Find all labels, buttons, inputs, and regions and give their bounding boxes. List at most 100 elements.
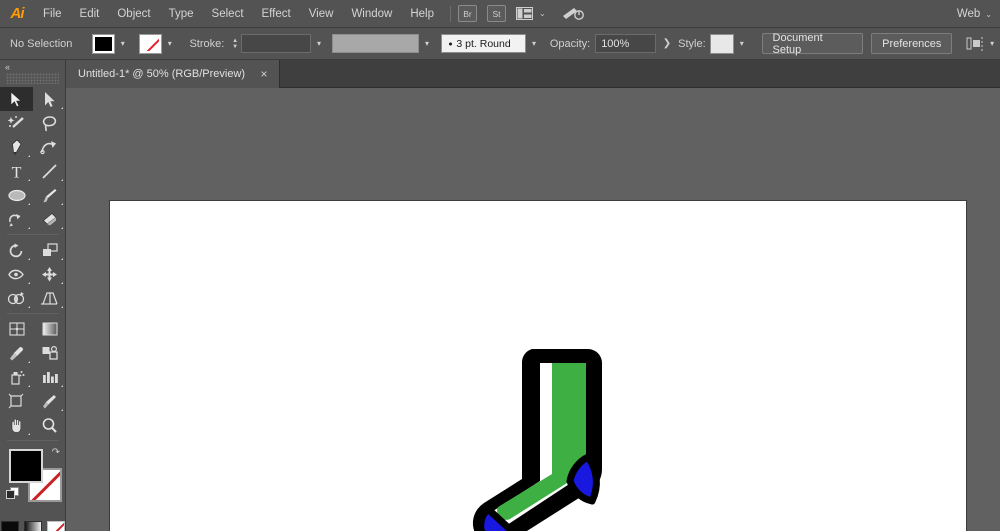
bridge-icon[interactable]: Br <box>458 5 477 22</box>
type-tool[interactable]: T <box>0 159 33 183</box>
menu-edit[interactable]: Edit <box>71 0 109 28</box>
paintbrush-tool[interactable] <box>33 183 66 207</box>
stroke-weight-stepper[interactable]: ▲ ▼ <box>229 34 241 54</box>
flyout-indicator-icon <box>28 179 30 181</box>
brush-preview-dot-icon <box>449 42 452 45</box>
direct-selection-tool[interactable] <box>33 87 66 111</box>
gradient-mode-button[interactable] <box>24 521 42 531</box>
menu-select[interactable]: Select <box>203 0 253 28</box>
stroke-profile-field[interactable] <box>332 34 419 53</box>
fill-swatch[interactable] <box>9 449 43 483</box>
menu-effect[interactable]: Effect <box>253 0 300 28</box>
brush-definition-chevron-down-icon[interactable]: ▾ <box>526 34 542 54</box>
free-transform-tool[interactable] <box>33 262 66 286</box>
stroke-color-swatch[interactable] <box>139 34 162 54</box>
control-bar: No Selection ▾ ▾ Stroke: ▲ ▼ ▾ ▾ 3 pt. R… <box>0 28 1000 60</box>
rotate-tool[interactable] <box>0 238 33 262</box>
eraser-tool[interactable] <box>33 207 66 231</box>
magic-wand-tool[interactable] <box>0 111 33 135</box>
slice-tool[interactable] <box>33 389 66 413</box>
pen-tool[interactable] <box>0 135 33 159</box>
fill-color-swatch[interactable] <box>92 34 115 54</box>
line-segment-tool[interactable] <box>33 159 66 183</box>
app-logo-icon: Ai <box>0 0 34 28</box>
menu-window[interactable]: Window <box>342 0 401 28</box>
opacity-more-options-icon[interactable]: ❯ <box>663 38 671 49</box>
curvature-tool[interactable] <box>33 135 66 159</box>
menu-object[interactable]: Object <box>108 0 159 28</box>
lasso-tool[interactable] <box>33 111 66 135</box>
eyedropper-tool[interactable] <box>0 341 33 365</box>
hand-tool[interactable] <box>0 413 33 437</box>
scale-tool[interactable] <box>33 238 66 262</box>
flyout-indicator-icon <box>28 361 30 363</box>
ellipse-tool[interactable] <box>0 183 33 207</box>
document-tab-title: Untitled-1* @ 50% (RGB/Preview) <box>78 68 245 80</box>
shaper-tool[interactable] <box>0 207 33 231</box>
flyout-indicator-icon <box>61 282 63 284</box>
document-tab[interactable]: Untitled-1* @ 50% (RGB/Preview) × <box>66 60 280 88</box>
workspace-chevron-down-icon[interactable]: ⌄ <box>985 10 992 19</box>
preferences-button[interactable]: Preferences <box>871 33 952 54</box>
panel-drag-handle[interactable] <box>6 73 59 84</box>
swap-fill-stroke-icon[interactable]: ↷ <box>52 447 60 458</box>
align-panel-icon[interactable] <box>966 36 984 52</box>
opacity-label: Opacity: <box>550 38 590 50</box>
artboard-tool[interactable] <box>0 389 33 413</box>
menu-file[interactable]: File <box>34 0 71 28</box>
sock-illustration[interactable] <box>460 341 620 531</box>
stroke-chevron-down-icon[interactable]: ▾ <box>162 34 178 54</box>
default-fill-stroke-icon[interactable] <box>6 487 19 500</box>
document-setup-button[interactable]: Document Setup <box>762 33 864 54</box>
mesh-tool[interactable] <box>0 317 33 341</box>
canvas-area[interactable] <box>66 88 1000 531</box>
close-icon[interactable]: × <box>257 67 271 81</box>
flyout-indicator-icon <box>61 385 63 387</box>
gradient-tool[interactable] <box>33 317 66 341</box>
tools-panel: « <box>0 60 66 531</box>
menu-type[interactable]: Type <box>160 0 203 28</box>
brush-definition-label: 3 pt. Round <box>456 38 510 50</box>
none-mode-button[interactable] <box>47 521 65 531</box>
shape-builder-tool[interactable] <box>0 286 33 310</box>
style-chevron-down-icon[interactable]: ▾ <box>734 34 750 54</box>
zoom-tool[interactable] <box>33 413 66 437</box>
flyout-indicator-icon <box>28 227 30 229</box>
symbol-sprayer-tool[interactable] <box>0 365 33 389</box>
column-graph-tool[interactable] <box>33 365 66 389</box>
stroke-weight-input[interactable] <box>241 34 311 53</box>
arrange-documents-chevron-down-icon[interactable]: ⌄ <box>539 9 546 18</box>
menu-view[interactable]: View <box>300 0 343 28</box>
brush-definition-field[interactable]: 3 pt. Round <box>441 34 527 53</box>
flyout-indicator-icon <box>61 203 63 205</box>
stroke-profile-chevron-down-icon[interactable]: ▾ <box>419 34 435 54</box>
collapse-panel-icon[interactable]: « <box>0 60 65 73</box>
graphic-style-swatch[interactable] <box>710 34 734 54</box>
opacity-input[interactable]: 100% <box>595 34 656 53</box>
document-tab-bar: Untitled-1* @ 50% (RGB/Preview) × <box>0 60 1000 88</box>
search-adobe-stock-icon[interactable] <box>562 6 584 22</box>
arrange-documents-icon[interactable] <box>516 7 533 20</box>
stroke-none-chip <box>142 37 159 51</box>
color-mode-button[interactable] <box>1 521 19 531</box>
artboard[interactable] <box>110 201 966 531</box>
stroke-weight-chevron-down-icon[interactable]: ▾ <box>311 34 327 54</box>
selection-tool[interactable] <box>0 87 33 111</box>
width-tool[interactable] <box>0 262 33 286</box>
blend-tool[interactable] <box>33 341 66 365</box>
flyout-indicator-icon <box>28 385 30 387</box>
flyout-indicator-icon <box>61 227 63 229</box>
menu-help[interactable]: Help <box>401 0 443 28</box>
workspace-switcher[interactable]: Web ⌄ <box>957 0 992 28</box>
tool-divider <box>7 313 59 314</box>
perspective-grid-tool[interactable] <box>33 286 66 310</box>
flyout-indicator-icon <box>28 433 30 435</box>
tool-grid: T <box>0 87 66 437</box>
flyout-indicator-icon <box>28 155 30 157</box>
stepper-down-icon[interactable]: ▼ <box>232 44 238 50</box>
fill-chevron-down-icon[interactable]: ▾ <box>115 34 131 54</box>
flyout-indicator-icon <box>28 306 30 308</box>
stock-icon[interactable]: St <box>487 5 506 22</box>
flyout-indicator-icon <box>28 203 30 205</box>
align-chevron-down-icon[interactable]: ▾ <box>984 34 1000 54</box>
